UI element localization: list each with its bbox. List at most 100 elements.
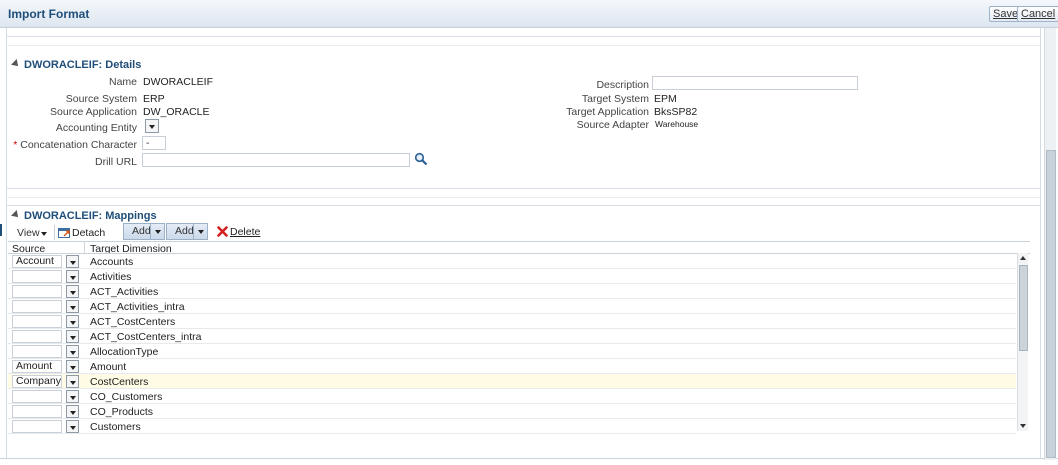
add-button[interactable]: Add [123,223,165,240]
chevron-down-icon[interactable] [193,224,207,239]
chevron-down-icon [41,232,47,236]
scroll-up-icon[interactable] [1020,256,1026,260]
source-select[interactable] [12,390,62,403]
source-adapter-value: Warehouse [655,119,699,129]
source-dropdown-button[interactable] [66,420,79,433]
source-select[interactable] [12,420,62,433]
source-dropdown-button[interactable] [66,255,79,268]
name-value: DWORACLEIF [143,76,214,88]
chevron-down-icon [70,396,76,400]
table-row[interactable]: Company CostCenters [8,374,1016,389]
chevron-down-icon[interactable] [150,224,164,239]
concatenation-input[interactable]: - [142,136,166,150]
source-dropdown-button[interactable] [66,330,79,343]
source-application-label: Source Application [50,106,137,118]
source-select[interactable] [12,315,62,328]
source-dropdown-button[interactable] [66,360,79,373]
mappings-section-header[interactable]: DWORACLEIF: Mappings [11,210,157,222]
source-system-label: Source System [65,93,137,105]
source-dropdown-button[interactable] [66,345,79,358]
page-scrollbar-thumb[interactable] [1046,150,1056,458]
source-adapter-label: Source Adapter [576,119,649,131]
page-title: Import Format [8,7,90,21]
source-dropdown-button[interactable] [66,315,79,328]
table-row[interactable]: ACT_Activities [8,284,1016,299]
source-select[interactable] [12,300,62,313]
drill-url-input[interactable] [142,153,410,167]
source-dropdown-button[interactable] [66,375,79,388]
table-row[interactable]: Account Accounts [8,254,1016,269]
chevron-down-icon [70,411,76,415]
source-dropdown-button[interactable] [66,285,79,298]
target-dimension-cell: CO_Products [90,406,154,418]
chevron-down-icon [70,351,76,355]
search-icon[interactable] [414,152,428,166]
accounting-entity-label: Accounting Entity [55,122,137,134]
target-dimension-cell: ACT_Activities [90,286,159,298]
target-dimension-cell: CostCenters [90,376,149,388]
chevron-down-icon [70,336,76,340]
source-select[interactable]: Account [12,255,62,268]
details-section-header[interactable]: DWORACLEIF: Details [11,59,141,71]
source-dropdown-button[interactable] [66,300,79,313]
source-select[interactable]: Company [12,375,62,388]
table-row[interactable]: Activities [8,269,1016,284]
chevron-down-icon [70,261,76,265]
table-row[interactable]: CO_Products [8,404,1016,419]
target-system-label: Target System [581,93,649,105]
source-system-value: ERP [143,93,165,105]
add-dimension-button[interactable]: Add [166,223,208,240]
table-row[interactable]: Amount Amount [8,359,1016,374]
table-row[interactable]: AllocationType [8,344,1016,359]
table-row[interactable]: Customers [8,419,1016,434]
detach-button[interactable]: Detach [58,225,105,241]
table-scrollbar[interactable] [1017,253,1028,431]
source-select[interactable] [12,330,62,343]
collapse-icon [11,59,21,69]
table-row[interactable]: CO_Customers [8,389,1016,404]
target-dimension-cell: Customers [90,421,141,433]
title-bar: Import Format Save Cancel [0,0,1058,28]
chevron-down-icon [70,426,76,430]
source-dropdown-button[interactable] [66,270,79,283]
concatenation-label: * Concatenation Character [13,139,137,151]
source-select[interactable] [12,270,62,283]
source-application-value: DW_ORACLE [143,106,210,118]
target-system-value: EPM [654,93,677,105]
target-dimension-cell: Accounts [90,256,134,268]
description-input[interactable] [652,76,858,90]
chevron-down-icon [70,306,76,310]
accounting-entity-dropdown[interactable] [145,119,159,133]
drill-url-label: Drill URL [95,156,137,168]
target-dimension-cell: ACT_Activities_intra [90,301,185,313]
page-scrollbar[interactable] [1044,28,1056,460]
chevron-down-icon [70,276,76,280]
delete-button[interactable]: Delete [217,224,260,240]
chevron-down-icon [70,321,76,325]
chevron-down-icon [70,291,76,295]
description-label: Description [596,79,649,91]
target-dimension-cell: Activities [90,271,132,283]
table-row[interactable]: ACT_CostCenters_intra [8,329,1016,344]
scroll-down-icon[interactable] [1020,424,1026,428]
source-select[interactable]: Amount [12,360,62,373]
table-scrollbar-thumb[interactable] [1019,265,1028,351]
cancel-button[interactable]: Cancel [1017,6,1058,22]
detach-icon [58,228,70,238]
target-dimension-cell: Amount [90,361,127,373]
table-row[interactable]: ACT_Activities_intra [8,299,1016,314]
target-application-value: BksSP82 [654,106,698,118]
source-select[interactable] [12,405,62,418]
source-select[interactable] [12,345,62,358]
source-dropdown-button[interactable] [66,405,79,418]
collapse-icon [11,210,21,220]
table-row[interactable]: ACT_CostCenters [8,314,1016,329]
target-dimension-cell: CO_Customers [90,391,163,403]
chevron-down-icon [70,366,76,370]
target-dimension-cell: ACT_CostCenters_intra [90,331,202,343]
view-menu-button[interactable]: View [10,225,52,241]
source-select[interactable] [12,285,62,298]
name-label: Name [108,76,137,88]
source-dropdown-button[interactable] [66,390,79,403]
delete-icon [217,226,228,237]
